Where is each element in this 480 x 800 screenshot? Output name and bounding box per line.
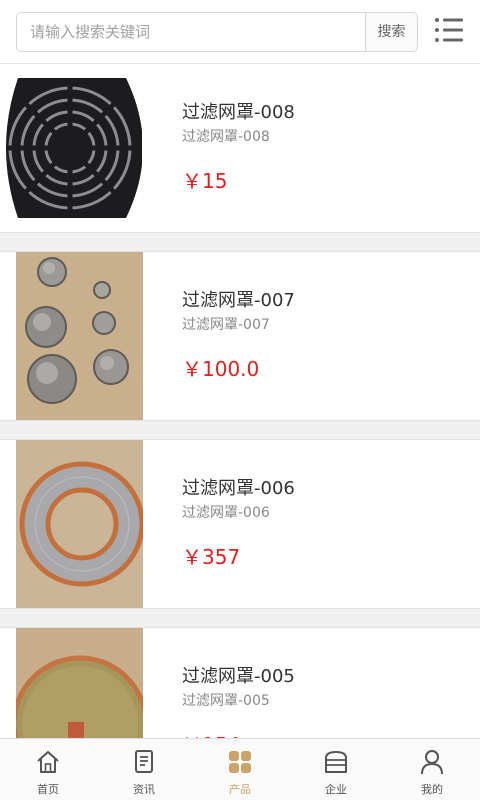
product-subtitle: 过滤网罩-007 <box>182 317 270 333</box>
list-divider <box>0 232 480 252</box>
bottom-tab-bar: 首页 资讯 产品 企业 我的 <box>0 738 480 800</box>
product-title: 过滤网罩-008 <box>182 102 295 123</box>
tab-label: 产品 <box>229 783 251 796</box>
tab-enterprise[interactable]: 企业 <box>288 739 384 800</box>
tab-label: 企业 <box>325 783 347 796</box>
product-item[interactable]: 过滤网罩-007 过滤网罩-007 ￥100.0 <box>0 252 480 420</box>
tab-label: 我的 <box>421 783 443 796</box>
product-item[interactable]: 过滤网罩-008 过滤网罩-008 ￥15 <box>0 64 480 232</box>
product-title: 过滤网罩-005 <box>182 666 295 687</box>
list-divider <box>0 420 480 440</box>
product-price: ￥357 <box>182 545 241 569</box>
news-icon <box>130 748 158 776</box>
tab-news[interactable]: 资讯 <box>96 739 192 800</box>
product-image <box>16 440 143 608</box>
enterprise-icon <box>322 748 350 776</box>
tab-label: 首页 <box>37 783 59 796</box>
product-subtitle: 过滤网罩-005 <box>182 693 270 709</box>
product-price: ￥15 <box>182 169 228 193</box>
product-title: 过滤网罩-007 <box>182 290 295 311</box>
product-title: 过滤网罩-006 <box>182 478 295 499</box>
search-button[interactable]: 搜索 <box>365 13 417 51</box>
product-item[interactable]: 过滤网罩-006 过滤网罩-006 ￥357 <box>0 440 480 608</box>
product-subtitle: 过滤网罩-006 <box>182 505 270 521</box>
user-icon <box>418 748 446 776</box>
search-box: 搜索 <box>16 12 418 52</box>
product-image <box>16 628 143 738</box>
search-input[interactable] <box>17 13 365 51</box>
tab-label: 资讯 <box>133 783 155 796</box>
product-price: ￥100.0 <box>182 357 260 381</box>
header-bar: 搜索 <box>0 0 480 64</box>
products-grid-icon <box>226 748 254 776</box>
tab-products[interactable]: 产品 <box>192 739 288 800</box>
tab-profile[interactable]: 我的 <box>384 739 480 800</box>
product-price: ￥154 <box>182 729 240 738</box>
tab-home[interactable]: 首页 <box>0 739 96 800</box>
product-image <box>0 64 142 232</box>
product-item[interactable]: 过滤网罩-005 过滤网罩-005 ￥154 <box>0 628 480 738</box>
product-image <box>16 252 143 420</box>
product-list: 过滤网罩-008 过滤网罩-008 ￥15 过滤网罩-007 过滤网罩-007 … <box>0 64 480 738</box>
app-screen: 搜索 <box>0 0 480 800</box>
list-divider <box>0 608 480 628</box>
product-subtitle: 过滤网罩-008 <box>182 129 270 145</box>
menu-list-icon[interactable] <box>434 16 464 44</box>
home-icon <box>34 748 62 776</box>
